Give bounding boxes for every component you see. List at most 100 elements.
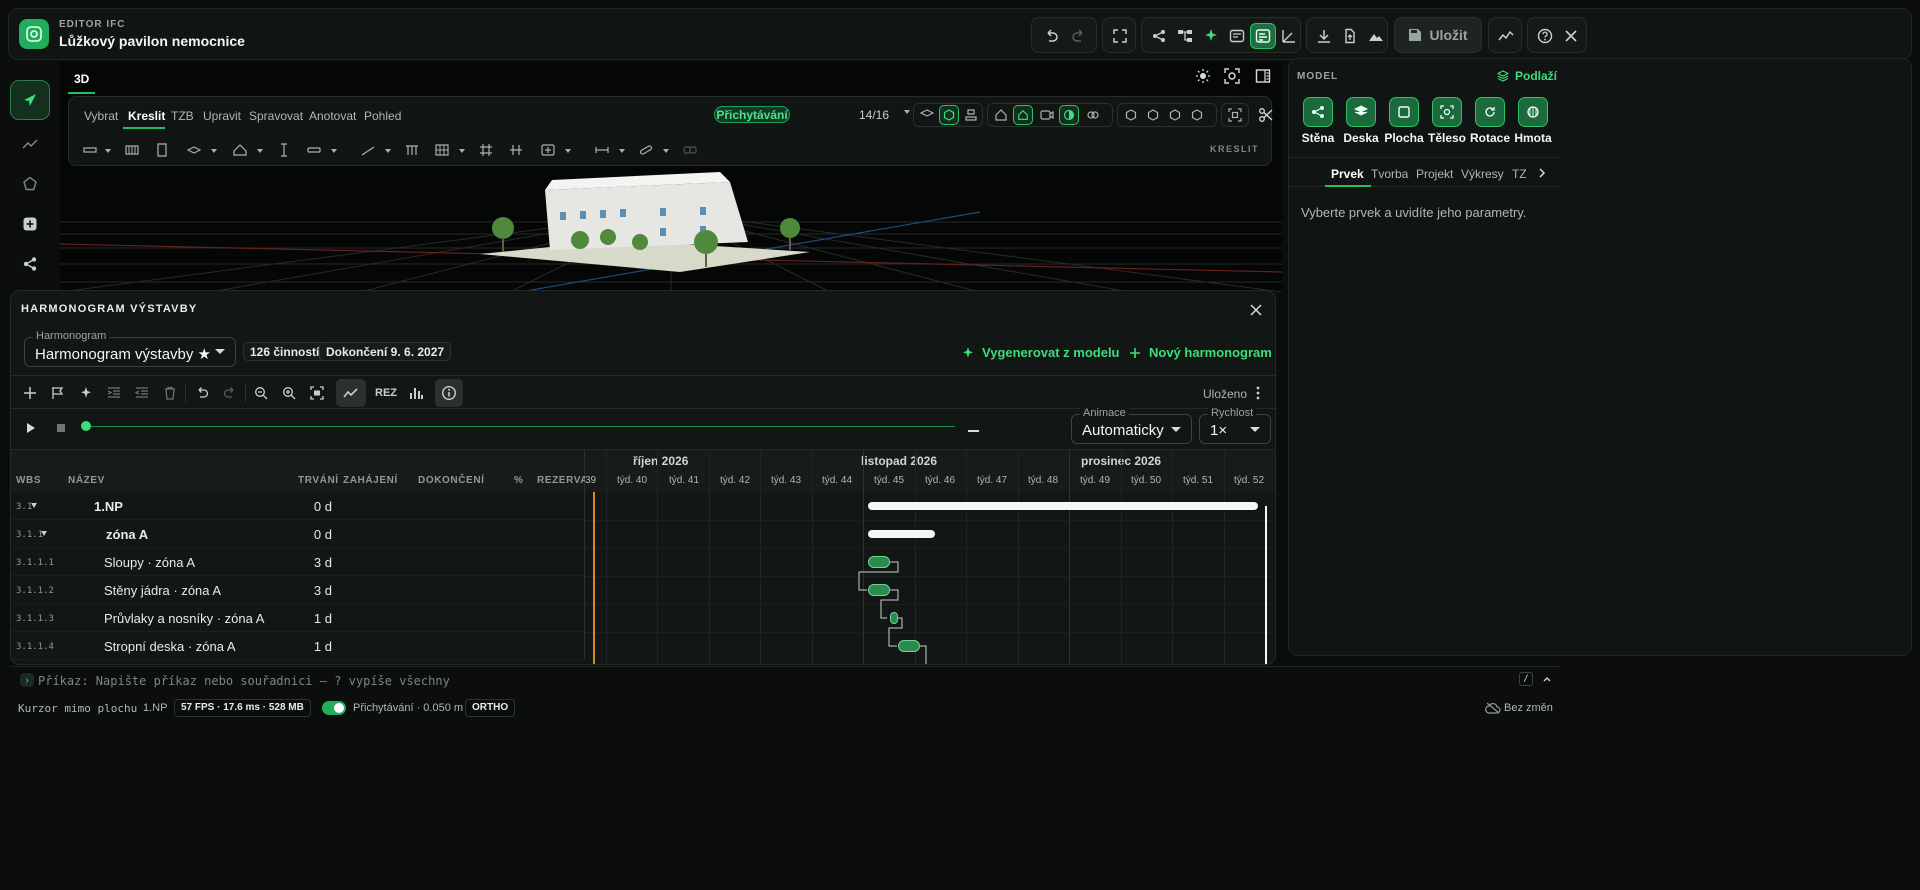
share-graph-icon[interactable] [1146,23,1172,49]
snap-toggle[interactable]: Přichytávání [714,106,790,123]
col-duration[interactable]: TRVÁNÍ [298,475,339,486]
camera-icon[interactable] [1039,107,1055,123]
milestone-flag-icon[interactable] [47,382,69,404]
rez-toggle[interactable]: REZ [371,382,401,404]
link-disabled-icon[interactable] [681,141,699,159]
properties-icon[interactable] [1224,23,1250,49]
new-schedule-button[interactable]: Nový harmonogram [1129,345,1272,360]
snap-count-dropdown[interactable]: 14/16 [859,108,889,122]
cube-top-icon[interactable] [1145,107,1161,123]
chevron-up-icon[interactable] [1540,672,1554,686]
pipe-tool-icon[interactable] [637,141,655,159]
ribbon-tab-kreslit[interactable]: Kreslit [128,109,165,123]
col-name[interactable]: NÁZEV [68,475,105,486]
tab-tzb[interactable]: TZB [1512,167,1526,181]
hierarchy-icon[interactable] [1172,23,1198,49]
chevron-down-icon[interactable] [385,149,391,153]
col-percent[interactable]: % [514,475,524,486]
ribbon-tab-tzb[interactable]: TZB [171,109,194,123]
focus-view-icon[interactable] [1222,66,1242,86]
viewport-3d[interactable]: 3D Vybrat Kreslit TZB Upravit Spravovat … [60,62,1282,292]
ribbon-tab-upravit[interactable]: Upravit [203,109,241,123]
layers-icon[interactable] [919,107,935,123]
card-plocha[interactable]: Plocha [1383,93,1425,149]
contrast-icon[interactable] [1059,105,1079,125]
card-hmota[interactable]: Hmota [1512,93,1554,149]
chevron-down-icon[interactable] [331,149,337,153]
roof-tool-icon[interactable] [231,141,249,159]
polyline-tool-icon[interactable] [16,130,44,158]
command-input[interactable]: Příkaz: Napište příkaz nebo souřadnici —… [38,674,450,688]
stair-tool-icon[interactable] [359,141,377,159]
info-icon[interactable] [435,379,463,407]
redo-icon[interactable] [219,382,241,404]
fit-view-icon[interactable] [306,382,328,404]
generate-from-model-button[interactable]: Vygenerovat z modelu [961,345,1120,360]
more-vertical-icon[interactable] [1247,382,1269,404]
measure-angle-icon[interactable] [1276,23,1302,49]
panel-layout-icon[interactable] [1253,66,1273,86]
tab-tvorba[interactable]: Tvorba [1371,167,1408,181]
ortho-badge[interactable]: ORTHO [465,699,516,717]
dimension-tool-icon[interactable] [593,141,611,159]
col-wbs[interactable]: WBS [16,475,41,486]
card-rotace[interactable]: Rotace [1469,93,1511,149]
summary-bar-zona-a[interactable] [868,530,935,538]
space-tool-icon[interactable] [539,141,557,159]
axis-grid-icon[interactable] [477,141,495,159]
critical-path-icon[interactable] [336,379,366,407]
card-teleso[interactable]: Těleso [1426,93,1468,149]
ribbon-tab-anotovat[interactable]: Anotovat [309,109,356,123]
connect-tool-icon[interactable] [16,250,44,278]
activity-icon[interactable] [1493,23,1519,49]
select-tool-icon[interactable] [10,80,50,120]
col-finish[interactable]: DOKONČENÍ [418,475,485,486]
table-row[interactable]: 3.1 1.NP 0 d [11,492,585,520]
ribbon-tab-spravovat[interactable]: Spravovat [249,109,303,123]
chevron-down-icon[interactable] [459,149,465,153]
table-row[interactable]: 3.1.1.4 Stropní deska · zóna A 1 d [11,632,585,660]
cube-side-icon[interactable] [1167,107,1183,123]
home-icon[interactable] [993,107,1009,123]
tab-prvek[interactable]: Prvek [1331,167,1364,181]
opening-tool-icon[interactable] [507,141,525,159]
col-start[interactable]: ZAHÁJENÍ [343,475,398,486]
save-button[interactable]: Uložit [1394,17,1482,53]
chevron-down-icon[interactable] [565,149,571,153]
stop-icon[interactable] [53,420,69,436]
table-row[interactable]: 3.1.1 zóna A 0 d [11,520,585,548]
indent-icon[interactable] [103,382,125,404]
chevron-down-icon[interactable] [619,149,625,153]
expand-caret-icon[interactable] [41,531,47,536]
grid-tool-icon[interactable] [433,141,451,159]
schedule-icon[interactable] [1250,23,1276,49]
chevron-down-icon[interactable] [211,149,217,153]
add-element-icon[interactable] [16,210,44,238]
play-icon[interactable] [23,420,39,436]
chevron-down-icon[interactable] [105,149,111,153]
close-app-icon[interactable] [1558,23,1584,49]
ai-sparkle-icon[interactable] [1198,23,1224,49]
upload-file-icon[interactable] [1337,23,1363,49]
card-stena[interactable]: Stěna [1297,93,1339,149]
zoom-fit-icon[interactable] [1227,107,1243,123]
delete-icon[interactable] [159,382,181,404]
table-row[interactable]: 3.1.1.2 Stěny jádra · zóna A 3 d [11,576,585,604]
close-icon[interactable] [1247,301,1265,319]
tab-projekt[interactable]: Projekt [1416,167,1453,181]
summary-bar-1np[interactable] [868,502,1258,510]
animation-select[interactable]: Animace Automaticky [1071,407,1192,444]
floor-home-icon[interactable] [1013,105,1033,125]
undo-icon[interactable] [1038,23,1064,49]
zoom-in-icon[interactable] [278,382,300,404]
door-tool-icon[interactable] [153,141,171,159]
tab-vykresy[interactable]: Výkresy [1461,167,1504,181]
wall-tool-icon[interactable] [81,141,99,159]
column-tool-icon[interactable] [275,141,293,159]
terrain-icon[interactable] [1363,23,1389,49]
timeline-track[interactable] [87,426,955,427]
redo-icon[interactable] [1066,23,1092,49]
floor-status[interactable]: 1.NP [143,702,167,714]
snap-toggle-switch[interactable] [322,701,346,715]
chevron-down-icon[interactable] [257,149,263,153]
